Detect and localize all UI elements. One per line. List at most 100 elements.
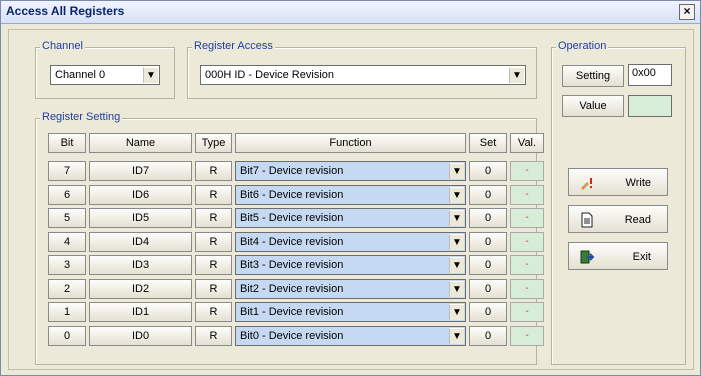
document-icon [581, 212, 593, 228]
register-access-select[interactable]: 000H ID - Device Revision ▼ [200, 65, 526, 85]
row-type-button[interactable]: R [195, 208, 232, 228]
row-val-indicator: - [510, 255, 544, 275]
row-type-button[interactable]: R [195, 326, 232, 346]
exit-button[interactable]: Exit [568, 242, 668, 270]
value-display-field [628, 95, 672, 117]
row-set-button[interactable]: 0 [469, 255, 507, 275]
setting-button[interactable]: Setting [562, 65, 624, 87]
row-type-button[interactable]: R [195, 279, 232, 299]
row-bit-button[interactable]: 7 [48, 161, 86, 181]
register-setting-group: Register Setting Bit Name Type Function … [35, 111, 544, 365]
row-set-button[interactable]: 0 [469, 326, 507, 346]
row-set-button[interactable]: 0 [469, 208, 507, 228]
row-val-indicator: - [510, 185, 544, 205]
chevron-down-icon[interactable]: ▼ [449, 328, 464, 344]
row-name-button[interactable]: ID4 [89, 232, 192, 252]
row-bit-button[interactable]: 0 [48, 326, 86, 346]
register-access-select-value: 000H ID - Device Revision [205, 69, 334, 81]
row-val-indicator: - [510, 326, 544, 346]
chevron-down-icon[interactable]: ▼ [509, 67, 524, 83]
chevron-down-icon[interactable]: ▼ [449, 281, 464, 297]
exit-button-label: Exit [632, 251, 651, 263]
row-bit-button[interactable]: 5 [48, 208, 86, 228]
row-name-button[interactable]: ID2 [89, 279, 192, 299]
header-bit: Bit [48, 133, 86, 153]
chevron-down-icon[interactable]: ▼ [449, 257, 464, 273]
channel-select[interactable]: Channel 0 ▼ [50, 65, 160, 85]
row-name-button[interactable]: ID6 [89, 185, 192, 205]
row-function-value: Bit5 - Device revision [240, 212, 344, 224]
row-function-select[interactable]: Bit0 - Device revision ▼ [235, 326, 466, 346]
row-function-value: Bit4 - Device revision [240, 236, 344, 248]
register-access-group: Register Access 000H ID - Device Revisio… [187, 40, 537, 99]
write-icon [581, 178, 592, 190]
chevron-down-icon[interactable]: ▼ [449, 163, 464, 179]
row-val-indicator: - [510, 279, 544, 299]
row-function-select[interactable]: Bit7 - Device revision ▼ [235, 161, 466, 181]
title-bar[interactable]: Access All Registers × [1, 1, 700, 24]
row-type-button[interactable]: R [195, 232, 232, 252]
row-set-button[interactable]: 0 [469, 279, 507, 299]
write-button-label: Write [625, 177, 651, 189]
row-function-select[interactable]: Bit6 - Device revision ▼ [235, 185, 466, 205]
row-name-button[interactable]: ID3 [89, 255, 192, 275]
row-name-button[interactable]: ID5 [89, 208, 192, 228]
row-bit-button[interactable]: 6 [48, 185, 86, 205]
read-button-label: Read [624, 214, 651, 226]
row-set-button[interactable]: 0 [469, 302, 507, 322]
header-set: Set [469, 133, 507, 153]
channel-group: Channel Channel 0 ▼ [35, 40, 175, 99]
row-name-button[interactable]: ID1 [89, 302, 192, 322]
row-function-select[interactable]: Bit5 - Device revision ▼ [235, 208, 466, 228]
chevron-down-icon[interactable]: ▼ [449, 210, 464, 226]
chevron-down-icon[interactable]: ▼ [449, 187, 464, 203]
row-function-value: Bit0 - Device revision [240, 330, 344, 342]
row-type-button[interactable]: R [195, 161, 232, 181]
chevron-down-icon[interactable]: ▼ [143, 67, 158, 83]
header-name: Name [89, 133, 192, 153]
read-button[interactable]: Read [568, 205, 668, 233]
setting-value-field[interactable]: 0x00 [628, 64, 672, 86]
row-bit-button[interactable]: 1 [48, 302, 86, 322]
row-set-button[interactable]: 0 [469, 185, 507, 205]
row-function-value: Bit2 - Device revision [240, 283, 344, 295]
chevron-down-icon[interactable]: ▼ [449, 304, 464, 320]
row-set-button[interactable]: 0 [469, 232, 507, 252]
header-type: Type [195, 133, 232, 153]
row-val-indicator: - [510, 161, 544, 181]
window-title: Access All Registers [6, 4, 125, 18]
row-function-value: Bit1 - Device revision [240, 306, 344, 318]
write-button[interactable]: Write [568, 168, 668, 196]
row-bit-button[interactable]: 2 [48, 279, 86, 299]
row-function-value: Bit6 - Device revision [240, 189, 344, 201]
operation-group-label: Operation [556, 40, 609, 52]
exit-icon [580, 250, 595, 264]
close-button[interactable]: × [679, 4, 695, 20]
row-bit-button[interactable]: 3 [48, 255, 86, 275]
row-function-select[interactable]: Bit4 - Device revision ▼ [235, 232, 466, 252]
row-val-indicator: - [510, 208, 544, 228]
header-val: Val. [510, 133, 544, 153]
value-button[interactable]: Value [562, 95, 624, 117]
row-function-select[interactable]: Bit3 - Device revision ▼ [235, 255, 466, 275]
row-set-button[interactable]: 0 [469, 161, 507, 181]
register-access-group-label: Register Access [192, 40, 275, 52]
row-function-select[interactable]: Bit1 - Device revision ▼ [235, 302, 466, 322]
row-type-button[interactable]: R [195, 185, 232, 205]
row-function-value: Bit7 - Device revision [240, 165, 344, 177]
operation-group: Operation Setting 0x00 Value Write Read … [551, 40, 686, 365]
channel-group-label: Channel [40, 40, 85, 52]
register-setting-group-label: Register Setting [40, 111, 123, 123]
row-function-select[interactable]: Bit2 - Device revision ▼ [235, 279, 466, 299]
row-val-indicator: - [510, 302, 544, 322]
row-name-button[interactable]: ID0 [89, 326, 192, 346]
access-all-registers-window: Access All Registers × Channel Channel 0… [0, 0, 701, 376]
row-type-button[interactable]: R [195, 255, 232, 275]
row-val-indicator: - [510, 232, 544, 252]
row-name-button[interactable]: ID7 [89, 161, 192, 181]
row-function-value: Bit3 - Device revision [240, 259, 344, 271]
row-type-button[interactable]: R [195, 302, 232, 322]
header-function: Function [235, 133, 466, 153]
chevron-down-icon[interactable]: ▼ [449, 234, 464, 250]
row-bit-button[interactable]: 4 [48, 232, 86, 252]
